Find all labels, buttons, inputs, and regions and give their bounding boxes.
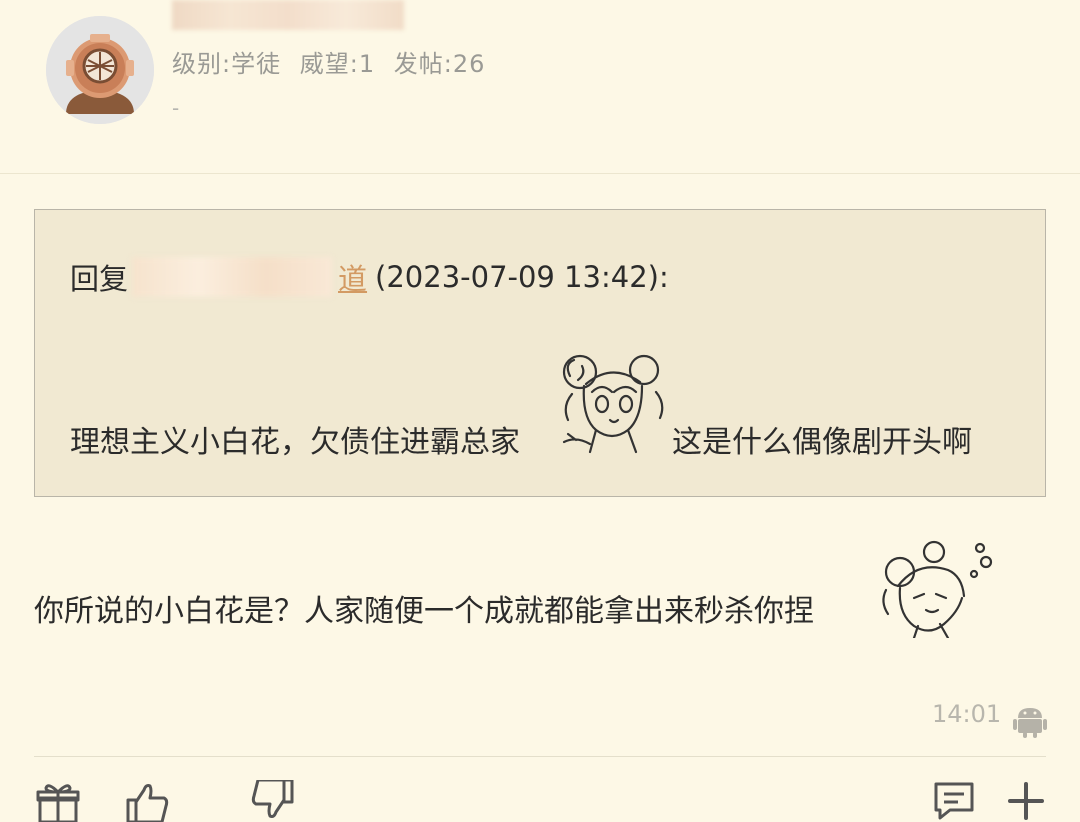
username-redacted[interactable] [172,0,404,30]
comment-icon[interactable] [930,780,978,822]
quoted-username-suffix[interactable]: 道 [338,256,367,298]
anime-girl-sweat-sticker-icon [882,540,993,638]
quote-timestamp: (2023-07-09 13:42): [375,260,669,294]
footer-divider [34,756,1046,757]
android-icon [1013,708,1047,738]
user-stats: 级别:学徒 威望:1 发帖:26 [172,44,495,79]
reply-text: 你所说的小白花是？人家随便一个成就都能拿出来秒杀你捏 [34,594,814,629]
user-prestige: 威望:1 [299,50,376,78]
user-level: 级别:学徒 [172,50,282,78]
anime-girl-sticker-icon [562,354,664,454]
quote-prefix: 回复 [70,262,129,296]
quote-text: 理想主义小白花，欠债住进霸总家 [70,425,520,460]
thumbs-up-icon[interactable] [124,780,172,822]
header-divider [0,173,1080,174]
thumbs-down-icon[interactable] [248,780,296,822]
quote-header: 回复 道 (2023-07-09 13:42): [70,256,669,298]
user-signature: - [172,96,180,120]
quote-text-continued: 这是什么偶像剧开头啊 [672,425,972,460]
diving-helmet-avatar-icon [46,16,154,124]
avatar[interactable] [46,16,154,124]
post-time: 14:01 [932,700,1002,728]
quoted-username-redacted[interactable] [132,257,333,297]
gift-icon[interactable] [34,780,82,822]
plus-icon[interactable] [1002,780,1050,822]
user-post-count: 发帖:26 [393,50,486,78]
